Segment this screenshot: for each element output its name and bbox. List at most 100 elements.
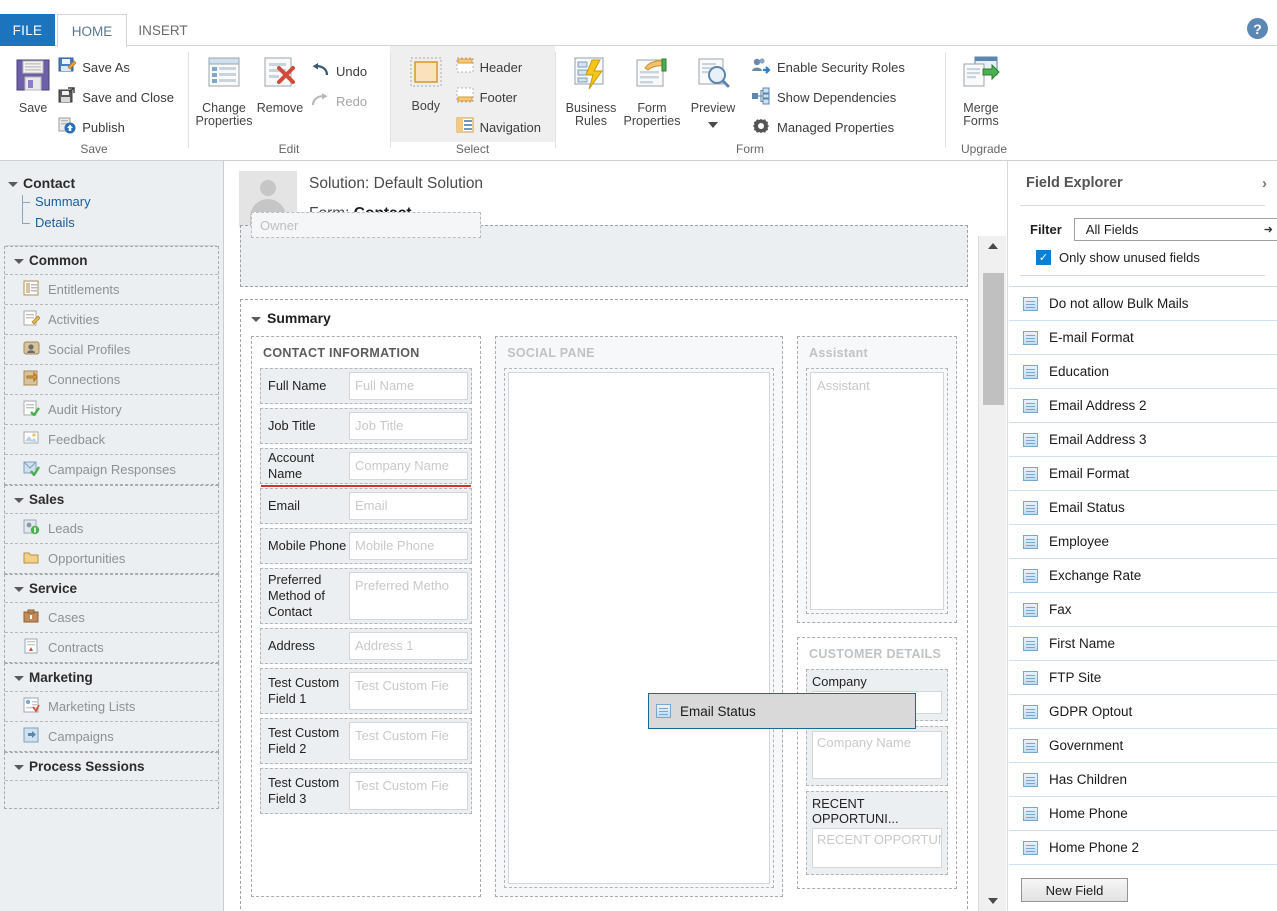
sidebar-item-feedback[interactable]: Feedback [5,424,218,454]
field-list-item[interactable]: FTP Site [1009,661,1277,695]
save-and-close-button[interactable]: Save and Close [56,82,180,112]
form-field-recent-opportunities-input[interactable]: RECENT OPPORTUNITI [812,828,942,868]
field-explorer-list[interactable]: Do not allow Bulk Mails E-mail Format Ed… [1009,286,1277,911]
form-field-account-name-input[interactable]: Company Name [349,452,468,480]
field-list-item[interactable]: First Name [1009,627,1277,661]
field-list-item[interactable]: Education [1009,355,1277,389]
footer-button[interactable]: Footer [454,82,547,112]
field-list-item[interactable]: Government [1009,729,1277,763]
customer-details-section[interactable]: CUSTOMER DETAILS Company Company Name Co… [797,637,957,889]
form-field-test-custom-field-1[interactable]: Test Custom Field 1 Test Custom Fie [260,668,472,714]
chevron-right-icon[interactable]: › [1262,175,1267,192]
sidebar-item-entitlements[interactable]: Entitlements [5,274,218,304]
field-list-item[interactable]: Email Status [1009,491,1277,525]
scrollbar-thumb[interactable] [983,273,1004,405]
sidebar-item-activities[interactable]: Activities [5,304,218,334]
form-field-test-custom-field-3-input[interactable]: Test Custom Fie [349,772,468,810]
form-field-full-name-input[interactable]: Full Name [349,372,468,400]
contact-information-drop-zone[interactable] [260,818,472,848]
summary-section[interactable]: Summary CONTACT INFORMATION Full Name Fu… [240,299,968,911]
form-field-full-name[interactable]: Full Name Full Name [260,368,472,404]
body-button[interactable]: Body [398,52,454,113]
publish-button[interactable]: Publish [56,112,180,142]
field-list-item[interactable]: Email Format [1009,457,1277,491]
social-pane-control[interactable] [508,372,770,884]
only-show-unused-fields-checkbox[interactable]: ✓ Only show unused fields [1008,241,1277,265]
form-field-test-custom-field-2[interactable]: Test Custom Field 2 Test Custom Fie [260,718,472,764]
social-pane-section[interactable]: SOCIAL PANE [495,336,783,897]
sidebar-item-details[interactable]: Details [35,212,223,233]
nav-group-service-header[interactable]: Service [5,574,218,602]
redo-button[interactable]: Redo [308,86,373,116]
sidebar-item-summary[interactable]: Summary [35,191,223,212]
form-field-company-secondary[interactable]: Company Name [806,726,948,786]
field-list-item[interactable]: Fax [1009,593,1277,627]
owner-field[interactable]: Owner [251,212,481,238]
field-list-item[interactable]: Home Phone [1009,797,1277,831]
save-as-button[interactable]: Save As [56,52,180,82]
nav-group-marketing-header[interactable]: Marketing [5,663,218,691]
managed-properties-button[interactable]: Managed Properties [749,112,911,142]
tab-file[interactable]: FILE [0,14,55,46]
summary-section-header[interactable]: Summary [251,310,957,326]
sidebar-item-audit-history[interactable]: Audit History [5,394,218,424]
sidebar-item-campaign-responses[interactable]: Campaign Responses [5,454,218,484]
tab-home[interactable]: HOME [57,14,127,47]
field-list-item[interactable]: Home Phone 2 [1009,831,1277,865]
field-list-item[interactable]: Do not allow Bulk Mails [1009,287,1277,321]
form-field-mobile-phone-input[interactable]: Mobile Phone [349,532,468,560]
change-properties-button[interactable]: Change Properties [196,52,252,128]
owner-section[interactable]: Owner [240,225,968,287]
sidebar-item-campaigns[interactable]: Campaigns [5,721,218,751]
nav-group-process-sessions-header[interactable]: Process Sessions [5,752,218,780]
enable-security-roles-button[interactable]: Enable Security Roles [749,52,911,82]
assistant-field-input[interactable]: Assistant [810,372,944,610]
form-field-mobile-phone[interactable]: Mobile Phone Mobile Phone [260,528,472,564]
form-field-email[interactable]: Email Email [260,488,472,524]
field-list-item[interactable]: Has Children [1009,763,1277,797]
assistant-field-wrap[interactable]: Assistant [806,368,948,614]
show-dependencies-button[interactable]: Show Dependencies [749,82,911,112]
field-list-item[interactable]: Employee [1009,525,1277,559]
form-field-test-custom-field-2-input[interactable]: Test Custom Fie [349,722,468,760]
sidebar-item-opportunities[interactable]: Opportunities [5,543,218,573]
canvas-vertical-scrollbar[interactable] [978,236,1006,911]
save-button[interactable]: Save [10,52,56,115]
form-field-address-input[interactable]: Address 1 [349,632,468,660]
assistant-section[interactable]: Assistant Assistant [797,336,957,623]
business-rules-button[interactable]: Business Rules [563,52,619,128]
field-list-item[interactable]: E-mail Format [1009,321,1277,355]
remove-button[interactable]: Remove [252,52,308,115]
sidebar-item-connections[interactable]: Connections [5,364,218,394]
form-properties-button[interactable]: Form Properties [619,52,685,128]
scroll-up-arrow-icon[interactable] [979,236,1007,256]
merge-forms-button[interactable]: Merge Forms [953,52,1009,128]
form-field-job-title[interactable]: Job Title Job Title [260,408,472,444]
form-field-recent-opportunities[interactable]: RECENT OPPORTUNI... RECENT OPPORTUNITI [806,791,948,875]
contact-information-section[interactable]: CONTACT INFORMATION Full Name Full Name … [251,336,481,897]
field-list-item[interactable]: GDPR Optout [1009,695,1277,729]
field-list-item[interactable]: Email Address 2 [1009,389,1277,423]
nav-group-common-header[interactable]: Common [5,246,218,274]
tab-insert[interactable]: INSERT [130,14,196,46]
form-field-test-custom-field-3[interactable]: Test Custom Field 3 Test Custom Fie [260,768,472,814]
sidebar-item-cases[interactable]: Cases [5,602,218,632]
form-field-job-title-input[interactable]: Job Title [349,412,468,440]
sidebar-item-contracts[interactable]: Contracts [5,632,218,662]
filter-select[interactable]: All Fields ➜ [1074,218,1277,241]
nav-entity-title[interactable]: Contact [8,175,223,191]
field-list-item[interactable]: Exchange Rate [1009,559,1277,593]
header-button[interactable]: Header [454,52,547,82]
form-field-email-input[interactable]: Email [349,492,468,520]
form-field-account-name[interactable]: Account Name Company Name [260,448,472,484]
preview-button[interactable]: Preview [685,52,741,131]
undo-button[interactable]: Undo [308,56,373,86]
sidebar-item-leads[interactable]: Leads [5,513,218,543]
field-explorer-scrollbar[interactable] [1262,286,1276,911]
field-list-item[interactable]: Email Address 3 [1009,423,1277,457]
help-icon[interactable]: ? [1247,18,1268,39]
social-pane-control-wrap[interactable] [504,368,774,888]
form-field-preferred-method-of-contact-input[interactable]: Preferred Metho [349,572,468,620]
form-field-address[interactable]: Address Address 1 [260,628,472,664]
new-field-button[interactable]: New Field [1021,878,1128,902]
